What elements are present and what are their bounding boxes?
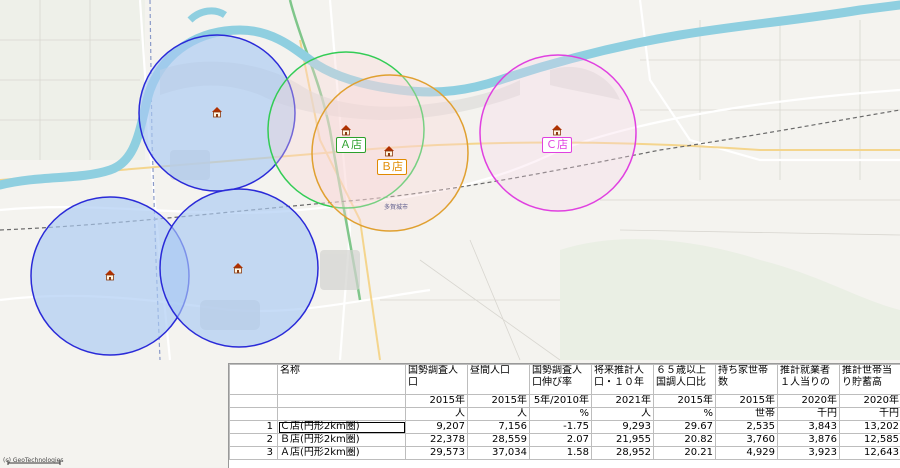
unit-measure: % (530, 408, 592, 421)
cell-value: 28,952 (592, 447, 654, 460)
statistics-table: 名称 国勢調査人口 昼間人口 国勢調査人口伸び率 将来推計人口・１０年 ６５歳以… (228, 363, 900, 468)
store-a-house-icon[interactable] (340, 124, 352, 136)
cell-value: 9,207 (406, 421, 468, 434)
unit-year: 5年/2010年 (530, 395, 592, 408)
table-row[interactable]: 3 Ａ店(円形2km圏) 29,573 37,034 1.58 28,952 2… (230, 447, 900, 460)
cell-value: 9,293 (592, 421, 654, 434)
store-house-icon[interactable] (104, 269, 116, 281)
unit-year: 2020年 (840, 395, 900, 408)
cell-value: 1.58 (530, 447, 592, 460)
row-index: 2 (230, 434, 278, 447)
cell-value: -1.75 (530, 421, 592, 434)
cell-value: 12,585 (840, 434, 900, 447)
cell-value: 12,643 (840, 447, 900, 460)
col-header-income-per-worker[interactable]: 推計就業者１人当りの (778, 365, 840, 395)
row-index: 3 (230, 447, 278, 460)
row-index: 1 (230, 421, 278, 434)
row-name[interactable]: Ｂ店(円形2km圏) (278, 434, 406, 447)
cell-value: 29,573 (406, 447, 468, 460)
unit-measure: 人 (406, 408, 468, 421)
row-name[interactable]: Ａ店(円形2km圏) (278, 447, 406, 460)
unit-year: 2015年 (468, 395, 530, 408)
store-b-label[interactable]: Ｂ店 (377, 159, 407, 175)
col-header-daytime-population[interactable]: 昼間人口 (468, 365, 530, 395)
col-header-elderly-ratio[interactable]: ６５歳以上国調人口比 (654, 365, 716, 395)
col-header-future-population[interactable]: 将来推計人口・１０年 (592, 365, 654, 395)
map-attribution: (c) GeoTechnologies (3, 457, 63, 464)
unit-year: 2020年 (778, 395, 840, 408)
store-house-icon[interactable] (211, 106, 223, 118)
table-row[interactable]: 1 Ｃ店(円形2km圏) 9,207 7,156 -1.75 9,293 29.… (230, 421, 900, 434)
cell-value: 2,535 (716, 421, 778, 434)
cell-value: 29.67 (654, 421, 716, 434)
unit-measure (230, 408, 278, 421)
unit-measure: 人 (468, 408, 530, 421)
cell-value: 3,760 (716, 434, 778, 447)
unit-year (230, 395, 278, 408)
col-header-savings-per-household[interactable]: 推計世帯当り貯蓄高 (840, 365, 900, 395)
col-header-name[interactable]: 名称 (278, 365, 406, 395)
store-c-house-icon[interactable] (551, 124, 563, 136)
unit-measure (278, 408, 406, 421)
unit-year: 2015年 (716, 395, 778, 408)
cell-value: 2.07 (530, 434, 592, 447)
unit-measure: 人 (592, 408, 654, 421)
cell-value: 37,034 (468, 447, 530, 460)
area-label: 多賀城市 (384, 203, 408, 211)
unit-year: 2015年 (654, 395, 716, 408)
cell-value: 21,955 (592, 434, 654, 447)
cell-value: 13,202 (840, 421, 900, 434)
cell-value: 3,876 (778, 434, 840, 447)
store-c-label[interactable]: Ｃ店 (542, 137, 572, 153)
unit-measure: 千円 (778, 408, 840, 421)
store-house-icon[interactable] (232, 262, 244, 274)
store-b-house-icon[interactable] (383, 145, 395, 157)
col-header-index[interactable] (230, 365, 278, 395)
col-header-growth-rate[interactable]: 国勢調査人口伸び率 (530, 365, 592, 395)
col-header-population[interactable]: 国勢調査人口 (406, 365, 468, 395)
store-a-label[interactable]: Ａ店 (336, 137, 366, 153)
row-name[interactable]: Ｃ店(円形2km圏) (278, 421, 406, 434)
cell-value: 22,378 (406, 434, 468, 447)
table-row[interactable]: 2 Ｂ店(円形2km圏) 22,378 28,559 2.07 21,955 2… (230, 434, 900, 447)
cell-value: 28,559 (468, 434, 530, 447)
unit-year: 2021年 (592, 395, 654, 408)
cell-value: 3,923 (778, 447, 840, 460)
cell-value: 3,843 (778, 421, 840, 434)
cell-value: 20.21 (654, 447, 716, 460)
col-header-owned-homes[interactable]: 持ち家世帯数 (716, 365, 778, 395)
cell-value: 7,156 (468, 421, 530, 434)
unit-year (278, 395, 406, 408)
cell-value: 4,929 (716, 447, 778, 460)
unit-year: 2015年 (406, 395, 468, 408)
unit-measure: % (654, 408, 716, 421)
unit-measure: 世帯 (716, 408, 778, 421)
unit-measure: 千円 (840, 408, 900, 421)
cell-value: 20.82 (654, 434, 716, 447)
